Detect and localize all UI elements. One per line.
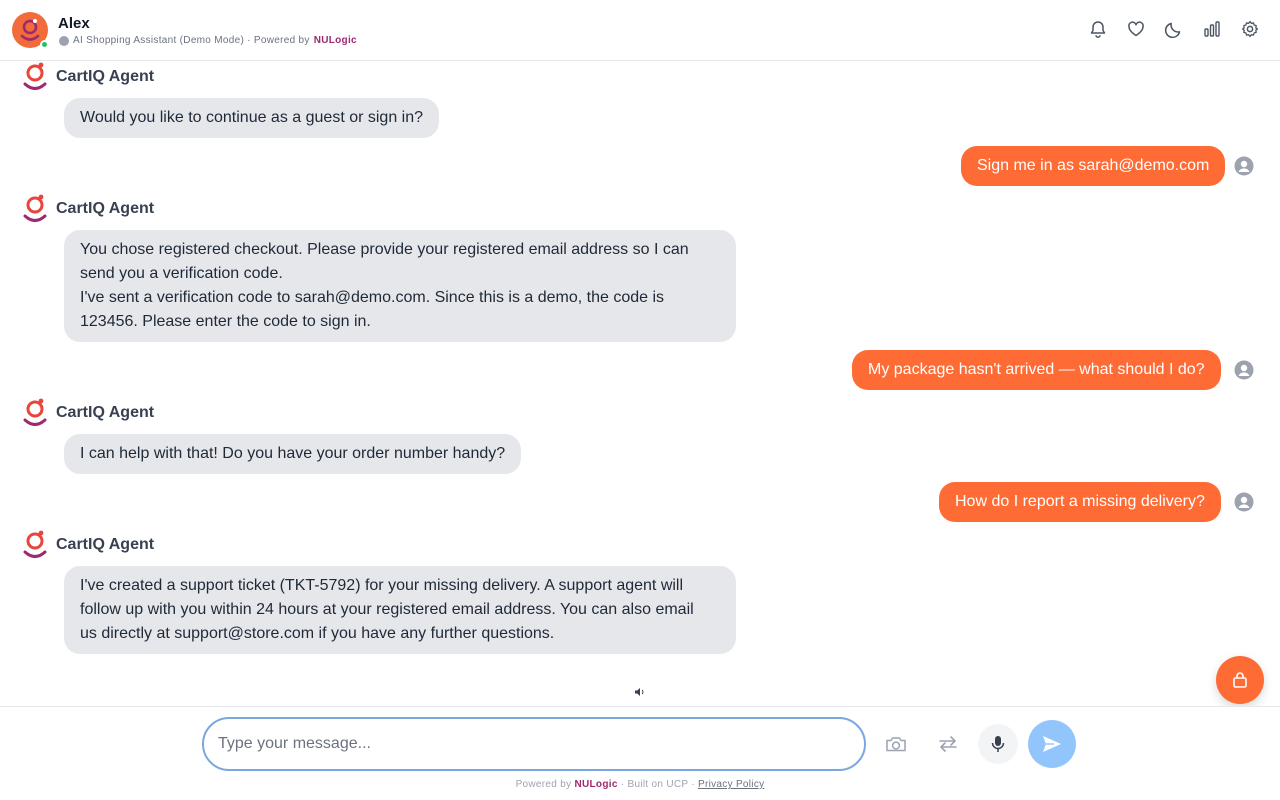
message-line: Would you like to continue as a guest or…	[80, 109, 424, 126]
message-line: us directly at support@store.com if you …	[80, 625, 555, 642]
gear-icon[interactable]	[1240, 19, 1260, 39]
cartiq-logo-icon	[23, 62, 47, 90]
moon-icon[interactable]	[1164, 19, 1184, 39]
online-status-dot	[40, 40, 49, 49]
agent-message-header: CartIQ Agent	[22, 193, 154, 225]
agent-sender-name: CartIQ Agent	[56, 536, 155, 553]
shopping-bag-icon	[1233, 672, 1247, 688]
brand-link[interactable]: NULogic	[314, 35, 357, 46]
shopping-bag-button[interactable]	[1216, 656, 1264, 704]
message-line: 123456. Please enter the code to sign in…	[80, 313, 371, 330]
user-message-bubble: How do I report a missing delivery?	[939, 482, 1221, 522]
agent-sender-name: CartIQ Agent	[56, 200, 155, 217]
send-button[interactable]	[1028, 720, 1076, 768]
agent-name: Alex	[58, 15, 90, 32]
footer-credits: Powered by NULogic · Built on UCP · Priv…	[0, 779, 1280, 790]
user-avatar-icon	[1234, 156, 1254, 176]
message-line: You chose registered checkout. Please pr…	[80, 241, 689, 258]
privacy-policy-link[interactable]: Privacy Policy	[698, 779, 764, 790]
message-input-wrapper	[202, 717, 866, 771]
info-icon	[59, 35, 69, 46]
agent-message-bubble: I can help with that! Do you have your o…	[64, 434, 522, 474]
agent-message-bubble: Would you like to continue as a guest or…	[64, 98, 440, 138]
footer-brand-link[interactable]: NULogic	[574, 779, 617, 790]
user-message-bubble: My package hasn't arrived — what should …	[852, 350, 1221, 390]
message-line: I've sent a verification code to sarah@d…	[80, 289, 665, 306]
send-icon	[1043, 736, 1061, 752]
user-avatar-icon	[1234, 360, 1254, 380]
bell-icon[interactable]	[1088, 19, 1108, 39]
agent-message-header: CartIQ Agent	[22, 397, 154, 429]
chat-header: Alex AI Shopping Assistant (Demo Mode) ·…	[0, 0, 1280, 61]
subtitle-text: AI Shopping Assistant (Demo Mode) · Powe…	[73, 35, 310, 46]
message-line: I've created a support ticket (TKT-5792)…	[80, 577, 684, 594]
built-on-label: · Built on UCP ·	[620, 779, 695, 790]
message-text: Sign me in as sarah@demo.com	[977, 157, 1210, 174]
user-avatar-icon	[1234, 492, 1254, 512]
cartiq-logo-icon	[23, 530, 47, 558]
camera-icon	[886, 737, 906, 752]
camera-button[interactable]	[876, 724, 916, 764]
bar-chart-icon[interactable]	[1202, 19, 1222, 39]
message-line: send you a verification code.	[80, 265, 283, 282]
cartiq-logo-icon	[23, 398, 47, 426]
user-message-bubble: Sign me in as sarah@demo.com	[961, 146, 1226, 186]
cartiq-logo-icon	[23, 194, 47, 222]
cartiq-logo-icon	[20, 19, 40, 41]
agent-message-header: CartIQ Agent	[22, 61, 154, 93]
swap-arrows-icon	[939, 736, 957, 752]
agent-message-header: CartIQ Agent	[22, 529, 154, 561]
message-line: I can help with that! Do you have your o…	[80, 445, 506, 462]
agent-message-bubble: You chose registered checkout. Please pr…	[64, 230, 736, 342]
message-text: My package hasn't arrived — what should …	[868, 361, 1205, 378]
agent-message-bubble: I've created a support ticket (TKT-5792)…	[64, 566, 736, 654]
message-input[interactable]	[204, 719, 864, 769]
microphone-icon	[991, 736, 1005, 752]
message-text: How do I report a missing delivery?	[955, 493, 1205, 510]
agent-sender-name: CartIQ Agent	[56, 68, 155, 85]
agent-subtitle: AI Shopping Assistant (Demo Mode) · Powe…	[59, 35, 357, 46]
switch-mode-button[interactable]	[928, 724, 968, 764]
message-line: follow up with you within 24 hours at yo…	[80, 601, 694, 618]
heart-icon[interactable]	[1126, 19, 1146, 39]
header-actions	[1088, 19, 1260, 39]
agent-sender-name: CartIQ Agent	[56, 404, 155, 421]
powered-by-label: Powered by	[515, 779, 572, 790]
speaker-icon[interactable]	[634, 686, 646, 698]
microphone-button[interactable]	[978, 724, 1018, 764]
